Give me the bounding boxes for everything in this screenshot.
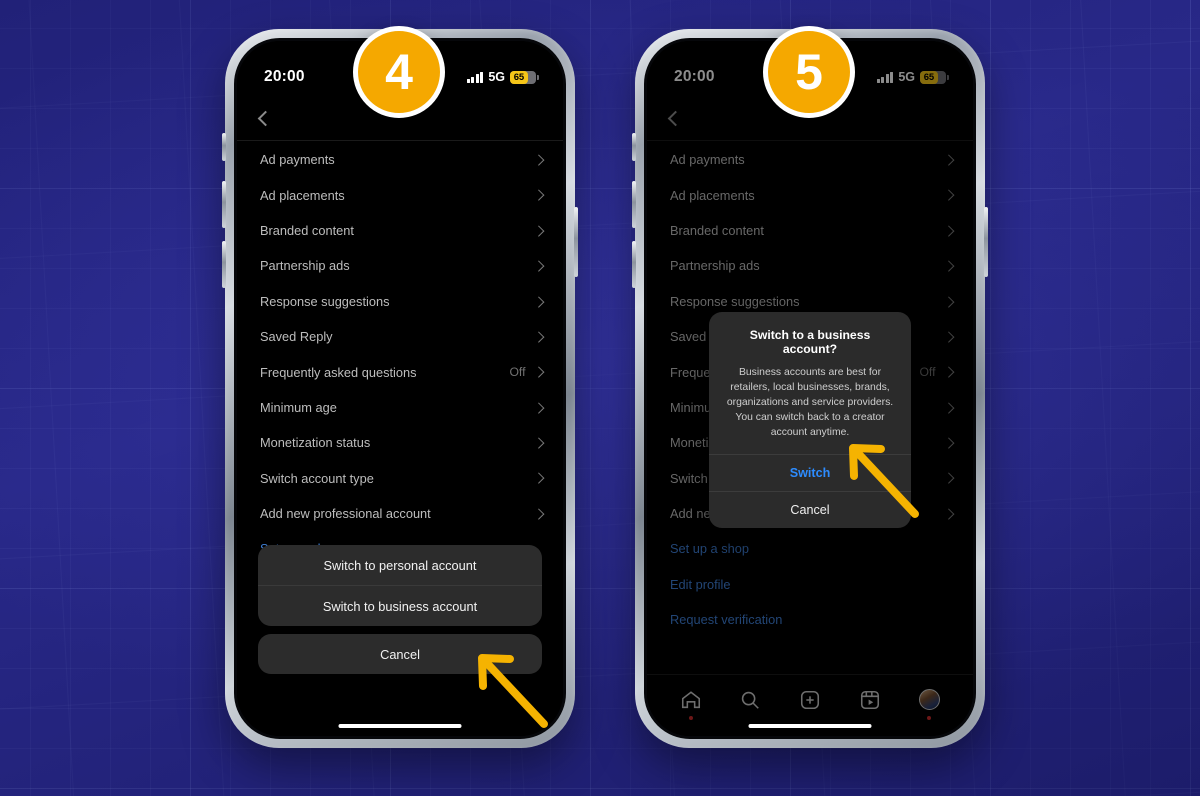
volume-down-button[interactable] — [632, 241, 636, 288]
settings-row-trailing — [532, 437, 544, 449]
settings-row-trailing — [532, 260, 544, 272]
network-type-label: 5G — [488, 70, 505, 84]
settings-row-label: Add new professional account — [260, 506, 431, 522]
background-vignette — [0, 0, 1200, 796]
settings-row[interactable]: Ad payments — [237, 142, 563, 177]
chevron-right-icon — [532, 225, 544, 236]
silent-switch-button[interactable] — [222, 133, 226, 161]
step-badge-5: 5 — [763, 26, 855, 118]
chevron-right-icon — [532, 189, 544, 201]
settings-row-trailing — [532, 508, 544, 519]
settings-row-label: Branded content — [260, 222, 354, 238]
dialog-message: Business accounts are best for retailers… — [726, 367, 894, 439]
battery-low-power-icon: 65 — [510, 70, 539, 84]
chevron-right-icon — [532, 402, 544, 413]
settings-row-label: Switch account type — [260, 470, 374, 486]
power-button[interactable] — [984, 207, 988, 277]
volume-up-button[interactable] — [632, 181, 636, 228]
action-sheet-option-business[interactable]: Switch to business account — [258, 586, 542, 626]
settings-row-trailing — [532, 154, 544, 165]
settings-row-label: Response suggestions — [260, 293, 390, 309]
home-indicator[interactable] — [338, 723, 462, 728]
settings-row[interactable]: Branded content — [237, 213, 563, 248]
settings-row-label: Partnership ads — [260, 258, 350, 274]
status-time: 20:00 — [264, 68, 305, 85]
settings-row[interactable]: Ad placements — [237, 177, 563, 212]
action-sheet-options: Switch to personal account Switch to bus… — [258, 545, 542, 626]
settings-row-label: Minimum age — [260, 399, 337, 415]
app-screen-right: 20:00 5G 65 Ad payments Ad placements Br… — [647, 41, 973, 736]
settings-row-label: Frequently asked questions — [260, 364, 417, 380]
nav-divider — [237, 140, 563, 141]
settings-row-label: Saved Reply — [260, 329, 333, 345]
settings-row[interactable]: Monetization status — [237, 425, 563, 460]
cellular-signal-icon — [466, 71, 484, 83]
battery-fill: 65 — [510, 70, 528, 84]
dialog-title: Switch to a business account? — [749, 328, 871, 356]
settings-row[interactable]: Saved Reply — [237, 319, 563, 354]
phone-screen-bezel-left: 20:00 5G 65 Ad payments Ad placements Br… — [234, 38, 566, 739]
chevron-right-icon — [532, 366, 544, 378]
chevron-right-icon — [532, 472, 544, 484]
action-sheet-option-personal[interactable]: Switch to personal account — [258, 545, 542, 585]
settings-row-trailing — [532, 402, 544, 413]
home-indicator[interactable] — [748, 723, 872, 728]
chevron-right-icon — [532, 260, 544, 272]
settings-row[interactable]: Response suggestions — [237, 284, 563, 319]
app-screen-left: 20:00 5G 65 Ad payments Ad placements Br… — [237, 41, 563, 736]
volume-down-button[interactable] — [222, 241, 226, 288]
power-button[interactable] — [574, 207, 578, 277]
chevron-right-icon — [532, 295, 544, 307]
settings-row-trailing — [532, 225, 544, 236]
settings-row[interactable]: Switch account type — [237, 461, 563, 496]
settings-row-trailing — [532, 295, 544, 307]
chevron-right-icon — [532, 508, 544, 519]
settings-row[interactable]: Frequently asked questions Off — [237, 354, 563, 389]
settings-row-trailing — [532, 331, 544, 342]
screenshot-stage: 20:00 5G 65 Ad payments Ad placements Br… — [0, 0, 1200, 796]
settings-row-value: Off — [509, 365, 526, 380]
settings-row-label: Ad placements — [260, 187, 345, 203]
volume-up-button[interactable] — [222, 181, 226, 228]
pointer-arrow-left — [478, 654, 548, 728]
settings-row[interactable]: Minimum age — [237, 390, 563, 425]
settings-row[interactable]: Add new professional account — [237, 496, 563, 531]
settings-row-trailing — [532, 189, 544, 201]
silent-switch-button[interactable] — [632, 133, 636, 161]
settings-row[interactable]: Partnership ads — [237, 248, 563, 283]
chevron-right-icon — [532, 437, 544, 449]
back-chevron-icon[interactable] — [257, 110, 274, 126]
step-badge-4: 4 — [353, 26, 445, 118]
settings-list-left: Ad payments Ad placements Branded content P… — [237, 142, 563, 602]
pointer-arrow-right — [849, 444, 919, 518]
phone-screen-bezel-right: 20:00 5G 65 Ad payments Ad placements Br… — [644, 38, 976, 739]
settings-row-trailing: Off — [509, 365, 544, 380]
settings-row-trailing — [532, 472, 544, 484]
chevron-right-icon — [532, 154, 544, 165]
battery-percent-label: 65 — [513, 71, 524, 83]
status-indicators: 5G 65 — [466, 70, 539, 84]
phone-mockup-step-4: 20:00 5G 65 Ad payments Ad placements Br… — [222, 29, 578, 748]
settings-row-label: Ad payments — [260, 152, 335, 168]
chevron-right-icon — [532, 331, 544, 342]
phone-mockup-step-5: 20:00 5G 65 Ad payments Ad placements Br… — [632, 29, 988, 748]
settings-row-label: Monetization status — [260, 435, 371, 451]
